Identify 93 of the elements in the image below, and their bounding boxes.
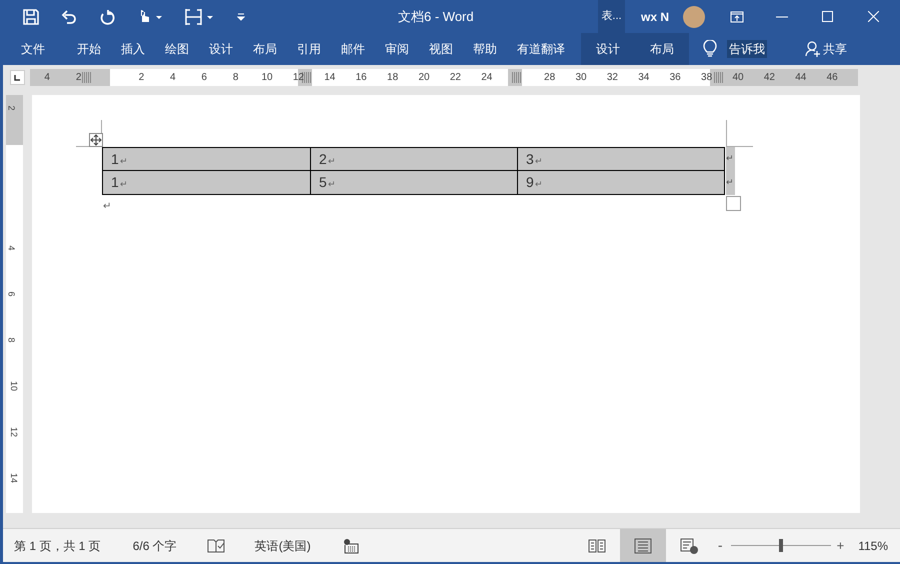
proofing-icon[interactable] xyxy=(206,538,227,554)
page-count[interactable]: 第 1 页，共 1 页 xyxy=(14,536,101,554)
ribbon-display-icon[interactable] xyxy=(730,10,744,22)
ruler-number: 30 xyxy=(575,71,587,85)
table-cell: 3↵ xyxy=(517,147,725,171)
ruler-number: 46 xyxy=(826,71,838,85)
table-cell: 1↵ xyxy=(102,171,310,195)
slider-thumb[interactable] xyxy=(778,539,783,552)
web-page-icon[interactable] xyxy=(678,536,699,554)
zoom-level[interactable]: 115% xyxy=(858,536,888,554)
ruler-number: 16 xyxy=(356,71,367,85)
ruler-number: 2 xyxy=(138,71,144,85)
language-indicator[interactable]: 英语(美国) xyxy=(254,536,311,554)
redo-icon[interactable] xyxy=(99,8,115,24)
zoom-in-button[interactable]: + xyxy=(836,536,844,556)
end-of-row-mark: ↵ xyxy=(726,171,735,195)
ruler-number: 24 xyxy=(481,71,492,85)
window-title: 文档6 - Word xyxy=(398,8,475,26)
ruler-number: 14 xyxy=(9,473,19,483)
ruler-number: 18 xyxy=(387,71,398,85)
minimize-icon[interactable] xyxy=(776,16,788,18)
ribbon-tab[interactable]: 设计 xyxy=(581,33,635,65)
ruler-number: 2 xyxy=(76,71,82,85)
ruler-number: 4 xyxy=(6,246,16,250)
ruler-number: 10 xyxy=(261,71,273,85)
column-marker-icon[interactable] xyxy=(302,72,311,83)
ribbon-tab[interactable]: 邮件 xyxy=(341,40,365,58)
maximize-icon[interactable] xyxy=(822,11,834,22)
close-icon[interactable] xyxy=(868,11,880,22)
layout-icon[interactable] xyxy=(185,8,215,26)
column-marker-icon[interactable] xyxy=(714,72,723,83)
column-marker-icon[interactable] xyxy=(512,72,521,83)
ruler-number: 32 xyxy=(606,71,618,85)
ribbon-tab[interactable]: 设计 xyxy=(209,40,233,58)
undo-icon[interactable] xyxy=(61,8,77,24)
word-count[interactable]: 6/6 个字 xyxy=(132,536,177,554)
view-button[interactable] xyxy=(620,529,666,562)
ribbon-tab[interactable]: 插入 xyxy=(121,40,145,58)
book-icon[interactable] xyxy=(586,536,607,554)
ribbon-tab[interactable]: 绘图 xyxy=(165,40,189,58)
ruler-number: 6 xyxy=(201,71,207,85)
page-icon[interactable] xyxy=(632,536,653,554)
table-move-handle-icon[interactable] xyxy=(89,133,103,147)
ruler-number: 8 xyxy=(232,71,238,85)
ruler-number: 8 xyxy=(6,338,16,342)
contextual-tab-header: 表... xyxy=(598,0,625,33)
table-cell: 2↵ xyxy=(310,147,517,171)
ruler-number: 12 xyxy=(292,71,304,85)
ribbon-tab[interactable]: 引用 xyxy=(297,40,321,58)
column-marker-icon[interactable] xyxy=(82,72,91,83)
ribbon-tab[interactable]: 审阅 xyxy=(385,40,409,58)
save-icon[interactable] xyxy=(23,8,39,24)
macro-recording-icon[interactable] xyxy=(342,538,359,554)
resize-handle-icon[interactable] xyxy=(726,196,741,211)
ruler-number: 12 xyxy=(9,427,19,437)
ruler-number: 2 xyxy=(6,106,16,110)
ruler-number: 36 xyxy=(670,71,681,85)
ruler-number: 42 xyxy=(764,71,775,85)
customize-icon[interactable] xyxy=(237,12,245,20)
tell-me-search[interactable]: 告诉我 xyxy=(727,40,767,58)
user-name[interactable]: wx N xyxy=(641,8,670,26)
end-of-row-mark: ↵ xyxy=(726,147,735,171)
table-cell: 1↵ xyxy=(102,147,310,171)
ruler-number: 44 xyxy=(795,71,806,85)
ribbon-tab[interactable]: 开始 xyxy=(77,40,101,58)
horizontal-ruler[interactable]: 4 2 2 4 6 8 10 12 14 16 18 20 22 24 28 30 32 34 36 38 40 42 44 46 xyxy=(30,69,858,86)
ruler-number: 6 xyxy=(6,292,16,296)
ruler-number: 14 xyxy=(324,71,336,85)
table-cell: 9↵ xyxy=(517,171,725,195)
ruler-number: 28 xyxy=(544,71,556,85)
vertical-ruler[interactable]: 2 4 6 8 10 12 14 xyxy=(6,95,23,513)
table-cell: 5↵ xyxy=(310,171,517,195)
ribbon-tab[interactable]: 帮助 xyxy=(473,40,497,58)
ruler-number: 4 xyxy=(170,71,176,85)
ruler-number: 20 xyxy=(418,71,430,85)
lightbulb-icon[interactable] xyxy=(703,40,717,58)
ribbon-tab[interactable]: 视图 xyxy=(429,40,453,58)
person-add-icon[interactable] xyxy=(805,41,821,57)
ruler-number: 10 xyxy=(9,381,19,391)
ruler-number: 40 xyxy=(732,71,744,85)
avatar-icon[interactable] xyxy=(683,6,706,28)
ribbon-tab[interactable]: 文件 xyxy=(21,40,45,58)
ribbon-tab[interactable]: 有道翻译 xyxy=(517,40,565,58)
ruler-number: 4 xyxy=(44,71,50,85)
share-button[interactable]: 共享 xyxy=(805,40,847,58)
ruler-number: 38 xyxy=(701,71,712,85)
ruler-number: 22 xyxy=(450,71,461,85)
ribbon-tab[interactable]: 布局 xyxy=(635,33,689,65)
ribbon-tab[interactable]: 布局 xyxy=(253,40,277,58)
zoom-out-button[interactable]: - xyxy=(718,535,723,556)
paragraph-mark: ↵ xyxy=(103,200,111,214)
ruler-number: 34 xyxy=(638,71,650,85)
tab-stop-icon[interactable] xyxy=(10,70,25,85)
